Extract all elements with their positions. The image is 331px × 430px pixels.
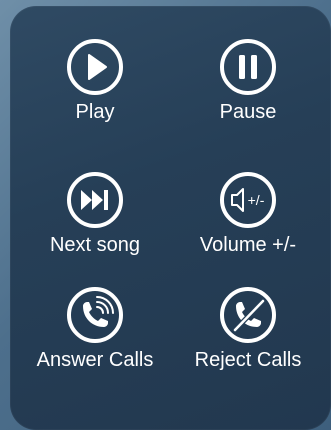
next-song-label: Next song: [49, 234, 141, 256]
volume-icon: +/-: [220, 172, 276, 228]
pause-label: Pause: [219, 101, 277, 123]
play-button[interactable]: Play: [20, 38, 170, 124]
play-icon: [67, 39, 123, 95]
volume-icon-text: +/-: [248, 192, 265, 208]
play-label: Play: [75, 101, 115, 123]
reject-calls-button[interactable]: Reject Calls: [173, 286, 323, 372]
controls-panel: Play Pause Next song +/- Volume +/- Answ…: [10, 6, 331, 430]
answer-calls-label: Answer Calls: [36, 349, 154, 371]
pause-button[interactable]: Pause: [173, 38, 323, 124]
answer-call-icon: [67, 287, 123, 343]
reject-calls-label: Reject Calls: [194, 349, 302, 371]
volume-button[interactable]: +/- Volume +/-: [173, 171, 323, 257]
pause-icon: [220, 39, 276, 95]
next-song-icon: [67, 172, 123, 228]
volume-label: Volume +/-: [199, 234, 297, 256]
answer-calls-button[interactable]: Answer Calls: [20, 286, 170, 372]
next-song-button[interactable]: Next song: [20, 171, 170, 257]
reject-call-icon: [220, 287, 276, 343]
